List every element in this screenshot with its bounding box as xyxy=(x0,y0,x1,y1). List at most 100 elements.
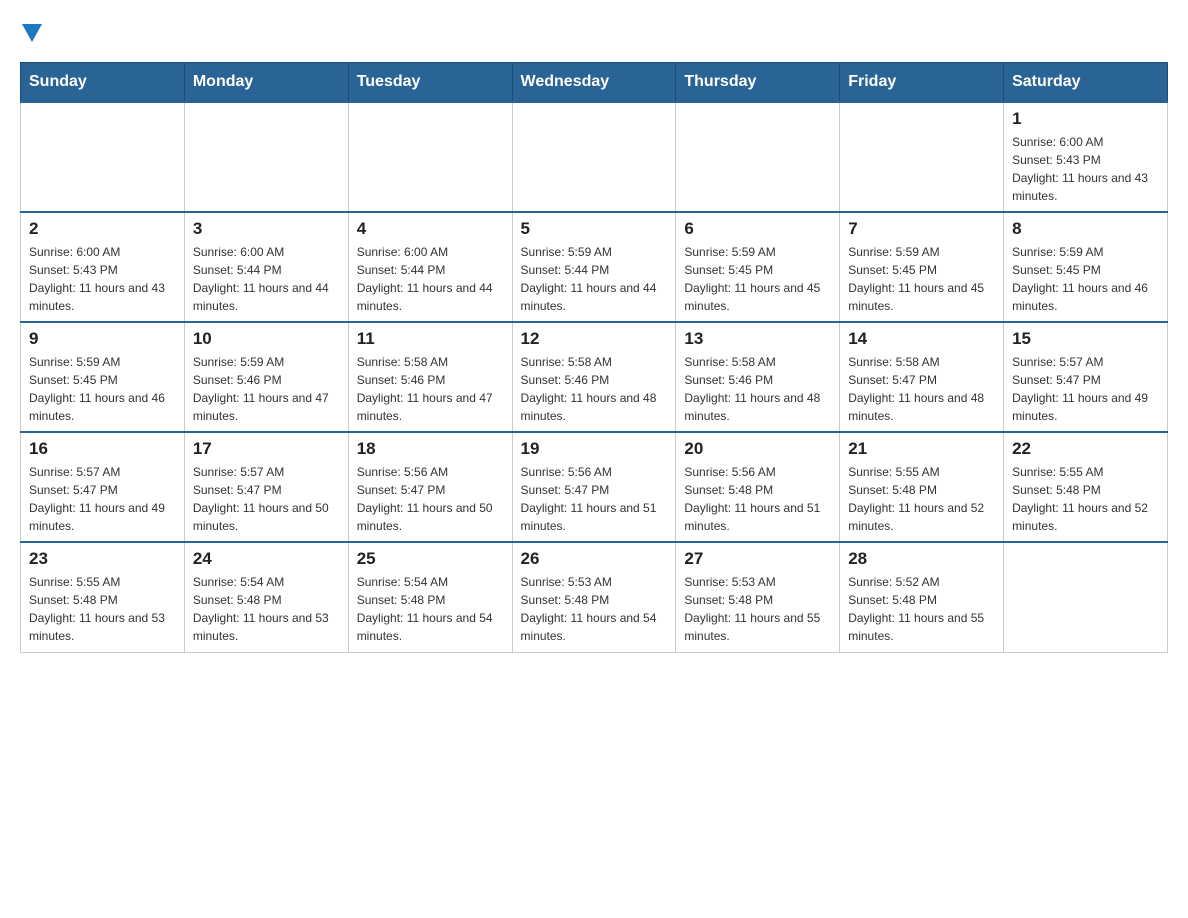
day-number: 17 xyxy=(193,439,340,459)
day-number: 5 xyxy=(521,219,668,239)
calendar-cell: 12 Sunrise: 5:58 AMSunset: 5:46 PMDayligh… xyxy=(512,322,676,432)
day-number: 8 xyxy=(1012,219,1159,239)
day-info: Sunrise: 6:00 AMSunset: 5:44 PMDaylight:… xyxy=(357,243,504,315)
weekday-header-monday: Monday xyxy=(184,63,348,103)
day-info: Sunrise: 5:56 AMSunset: 5:47 PMDaylight:… xyxy=(357,463,504,535)
day-number: 15 xyxy=(1012,329,1159,349)
calendar-cell: 21 Sunrise: 5:55 AMSunset: 5:48 PMDayligh… xyxy=(840,432,1004,542)
day-info: Sunrise: 5:59 AMSunset: 5:44 PMDaylight:… xyxy=(521,243,668,315)
calendar-cell xyxy=(1004,542,1168,652)
day-info: Sunrise: 5:56 AMSunset: 5:48 PMDaylight:… xyxy=(684,463,831,535)
calendar-cell: 3 Sunrise: 6:00 AMSunset: 5:44 PMDaylight… xyxy=(184,212,348,322)
day-number: 18 xyxy=(357,439,504,459)
calendar-cell xyxy=(676,102,840,212)
page-header xyxy=(20,20,1168,42)
day-info: Sunrise: 5:59 AMSunset: 5:45 PMDaylight:… xyxy=(29,353,176,425)
day-info: Sunrise: 5:54 AMSunset: 5:48 PMDaylight:… xyxy=(357,573,504,645)
day-info: Sunrise: 5:59 AMSunset: 5:45 PMDaylight:… xyxy=(848,243,995,315)
day-info: Sunrise: 6:00 AMSunset: 5:44 PMDaylight:… xyxy=(193,243,340,315)
calendar-cell: 7 Sunrise: 5:59 AMSunset: 5:45 PMDaylight… xyxy=(840,212,1004,322)
day-info: Sunrise: 5:59 AMSunset: 5:45 PMDaylight:… xyxy=(1012,243,1159,315)
day-number: 28 xyxy=(848,549,995,569)
calendar-cell: 2 Sunrise: 6:00 AMSunset: 5:43 PMDaylight… xyxy=(21,212,185,322)
day-info: Sunrise: 5:56 AMSunset: 5:47 PMDaylight:… xyxy=(521,463,668,535)
day-info: Sunrise: 5:55 AMSunset: 5:48 PMDaylight:… xyxy=(848,463,995,535)
day-number: 12 xyxy=(521,329,668,349)
day-number: 11 xyxy=(357,329,504,349)
day-number: 3 xyxy=(193,219,340,239)
day-info: Sunrise: 5:53 AMSunset: 5:48 PMDaylight:… xyxy=(521,573,668,645)
calendar-cell: 18 Sunrise: 5:56 AMSunset: 5:47 PMDayligh… xyxy=(348,432,512,542)
weekday-header-tuesday: Tuesday xyxy=(348,63,512,103)
calendar-week-1: 1 Sunrise: 6:00 AMSunset: 5:43 PMDaylight… xyxy=(21,102,1168,212)
day-number: 21 xyxy=(848,439,995,459)
calendar-cell: 8 Sunrise: 5:59 AMSunset: 5:45 PMDaylight… xyxy=(1004,212,1168,322)
calendar-cell: 1 Sunrise: 6:00 AMSunset: 5:43 PMDaylight… xyxy=(1004,102,1168,212)
calendar-cell: 28 Sunrise: 5:52 AMSunset: 5:48 PMDayligh… xyxy=(840,542,1004,652)
day-info: Sunrise: 5:57 AMSunset: 5:47 PMDaylight:… xyxy=(29,463,176,535)
logo-arrow-icon xyxy=(22,24,42,42)
day-number: 27 xyxy=(684,549,831,569)
calendar-cell: 25 Sunrise: 5:54 AMSunset: 5:48 PMDayligh… xyxy=(348,542,512,652)
day-number: 7 xyxy=(848,219,995,239)
calendar-cell xyxy=(840,102,1004,212)
calendar-cell: 15 Sunrise: 5:57 AMSunset: 5:47 PMDayligh… xyxy=(1004,322,1168,432)
calendar-cell: 20 Sunrise: 5:56 AMSunset: 5:48 PMDayligh… xyxy=(676,432,840,542)
calendar-cell: 5 Sunrise: 5:59 AMSunset: 5:44 PMDaylight… xyxy=(512,212,676,322)
day-info: Sunrise: 5:58 AMSunset: 5:46 PMDaylight:… xyxy=(684,353,831,425)
day-info: Sunrise: 6:00 AMSunset: 5:43 PMDaylight:… xyxy=(29,243,176,315)
day-number: 10 xyxy=(193,329,340,349)
calendar-cell: 14Sunrise: 5:58 AMSunset: 5:47 PMDayligh… xyxy=(840,322,1004,432)
day-number: 6 xyxy=(684,219,831,239)
calendar-cell xyxy=(348,102,512,212)
weekday-header-thursday: Thursday xyxy=(676,63,840,103)
day-info: Sunrise: 5:59 AMSunset: 5:46 PMDaylight:… xyxy=(193,353,340,425)
calendar-cell: 9 Sunrise: 5:59 AMSunset: 5:45 PMDaylight… xyxy=(21,322,185,432)
calendar-week-4: 16 Sunrise: 5:57 AMSunset: 5:47 PMDayligh… xyxy=(21,432,1168,542)
calendar-cell: 10 Sunrise: 5:59 AMSunset: 5:46 PMDayligh… xyxy=(184,322,348,432)
weekday-header-sunday: Sunday xyxy=(21,63,185,103)
calendar-cell xyxy=(184,102,348,212)
calendar-cell xyxy=(21,102,185,212)
day-info: Sunrise: 5:58 AMSunset: 5:46 PMDaylight:… xyxy=(521,353,668,425)
weekday-header-friday: Friday xyxy=(840,63,1004,103)
day-number: 24 xyxy=(193,549,340,569)
calendar-cell: 4 Sunrise: 6:00 AMSunset: 5:44 PMDaylight… xyxy=(348,212,512,322)
day-number: 22 xyxy=(1012,439,1159,459)
day-number: 20 xyxy=(684,439,831,459)
day-number: 16 xyxy=(29,439,176,459)
calendar-cell: 11 Sunrise: 5:58 AMSunset: 5:46 PMDayligh… xyxy=(348,322,512,432)
day-number: 2 xyxy=(29,219,176,239)
calendar-cell: 17 Sunrise: 5:57 AMSunset: 5:47 PMDayligh… xyxy=(184,432,348,542)
day-number: 4 xyxy=(357,219,504,239)
calendar-cell: 19Sunrise: 5:56 AMSunset: 5:47 PMDayligh… xyxy=(512,432,676,542)
calendar-cell: 26 Sunrise: 5:53 AMSunset: 5:48 PMDayligh… xyxy=(512,542,676,652)
day-info: Sunrise: 5:57 AMSunset: 5:47 PMDaylight:… xyxy=(1012,353,1159,425)
day-number: 9 xyxy=(29,329,176,349)
calendar-cell: 16 Sunrise: 5:57 AMSunset: 5:47 PMDayligh… xyxy=(21,432,185,542)
day-info: Sunrise: 6:00 AMSunset: 5:43 PMDaylight:… xyxy=(1012,133,1159,205)
day-info: Sunrise: 5:53 AMSunset: 5:48 PMDaylight:… xyxy=(684,573,831,645)
day-info: Sunrise: 5:55 AMSunset: 5:48 PMDaylight:… xyxy=(1012,463,1159,535)
calendar-table: SundayMondayTuesdayWednesdayThursdayFrid… xyxy=(20,62,1168,653)
calendar-cell: 23Sunrise: 5:55 AMSunset: 5:48 PMDayligh… xyxy=(21,542,185,652)
day-number: 23 xyxy=(29,549,176,569)
calendar-week-2: 2 Sunrise: 6:00 AMSunset: 5:43 PMDaylight… xyxy=(21,212,1168,322)
calendar-cell: 24 Sunrise: 5:54 AMSunset: 5:48 PMDayligh… xyxy=(184,542,348,652)
calendar-cell: 22 Sunrise: 5:55 AMSunset: 5:48 PMDayligh… xyxy=(1004,432,1168,542)
day-number: 26 xyxy=(521,549,668,569)
day-info: Sunrise: 5:54 AMSunset: 5:48 PMDaylight:… xyxy=(193,573,340,645)
day-info: Sunrise: 5:57 AMSunset: 5:47 PMDaylight:… xyxy=(193,463,340,535)
calendar-header-row: SundayMondayTuesdayWednesdayThursdayFrid… xyxy=(21,63,1168,103)
day-info: Sunrise: 5:58 AMSunset: 5:46 PMDaylight:… xyxy=(357,353,504,425)
day-number: 25 xyxy=(357,549,504,569)
calendar-cell: 13 Sunrise: 5:58 AMSunset: 5:46 PMDayligh… xyxy=(676,322,840,432)
calendar-cell: 6Sunrise: 5:59 AMSunset: 5:45 PMDaylight… xyxy=(676,212,840,322)
day-info: Sunrise: 5:52 AMSunset: 5:48 PMDaylight:… xyxy=(848,573,995,645)
weekday-header-wednesday: Wednesday xyxy=(512,63,676,103)
calendar-week-3: 9 Sunrise: 5:59 AMSunset: 5:45 PMDaylight… xyxy=(21,322,1168,432)
day-number: 1 xyxy=(1012,109,1159,129)
day-number: 14 xyxy=(848,329,995,349)
day-number: 13 xyxy=(684,329,831,349)
logo xyxy=(20,20,42,42)
